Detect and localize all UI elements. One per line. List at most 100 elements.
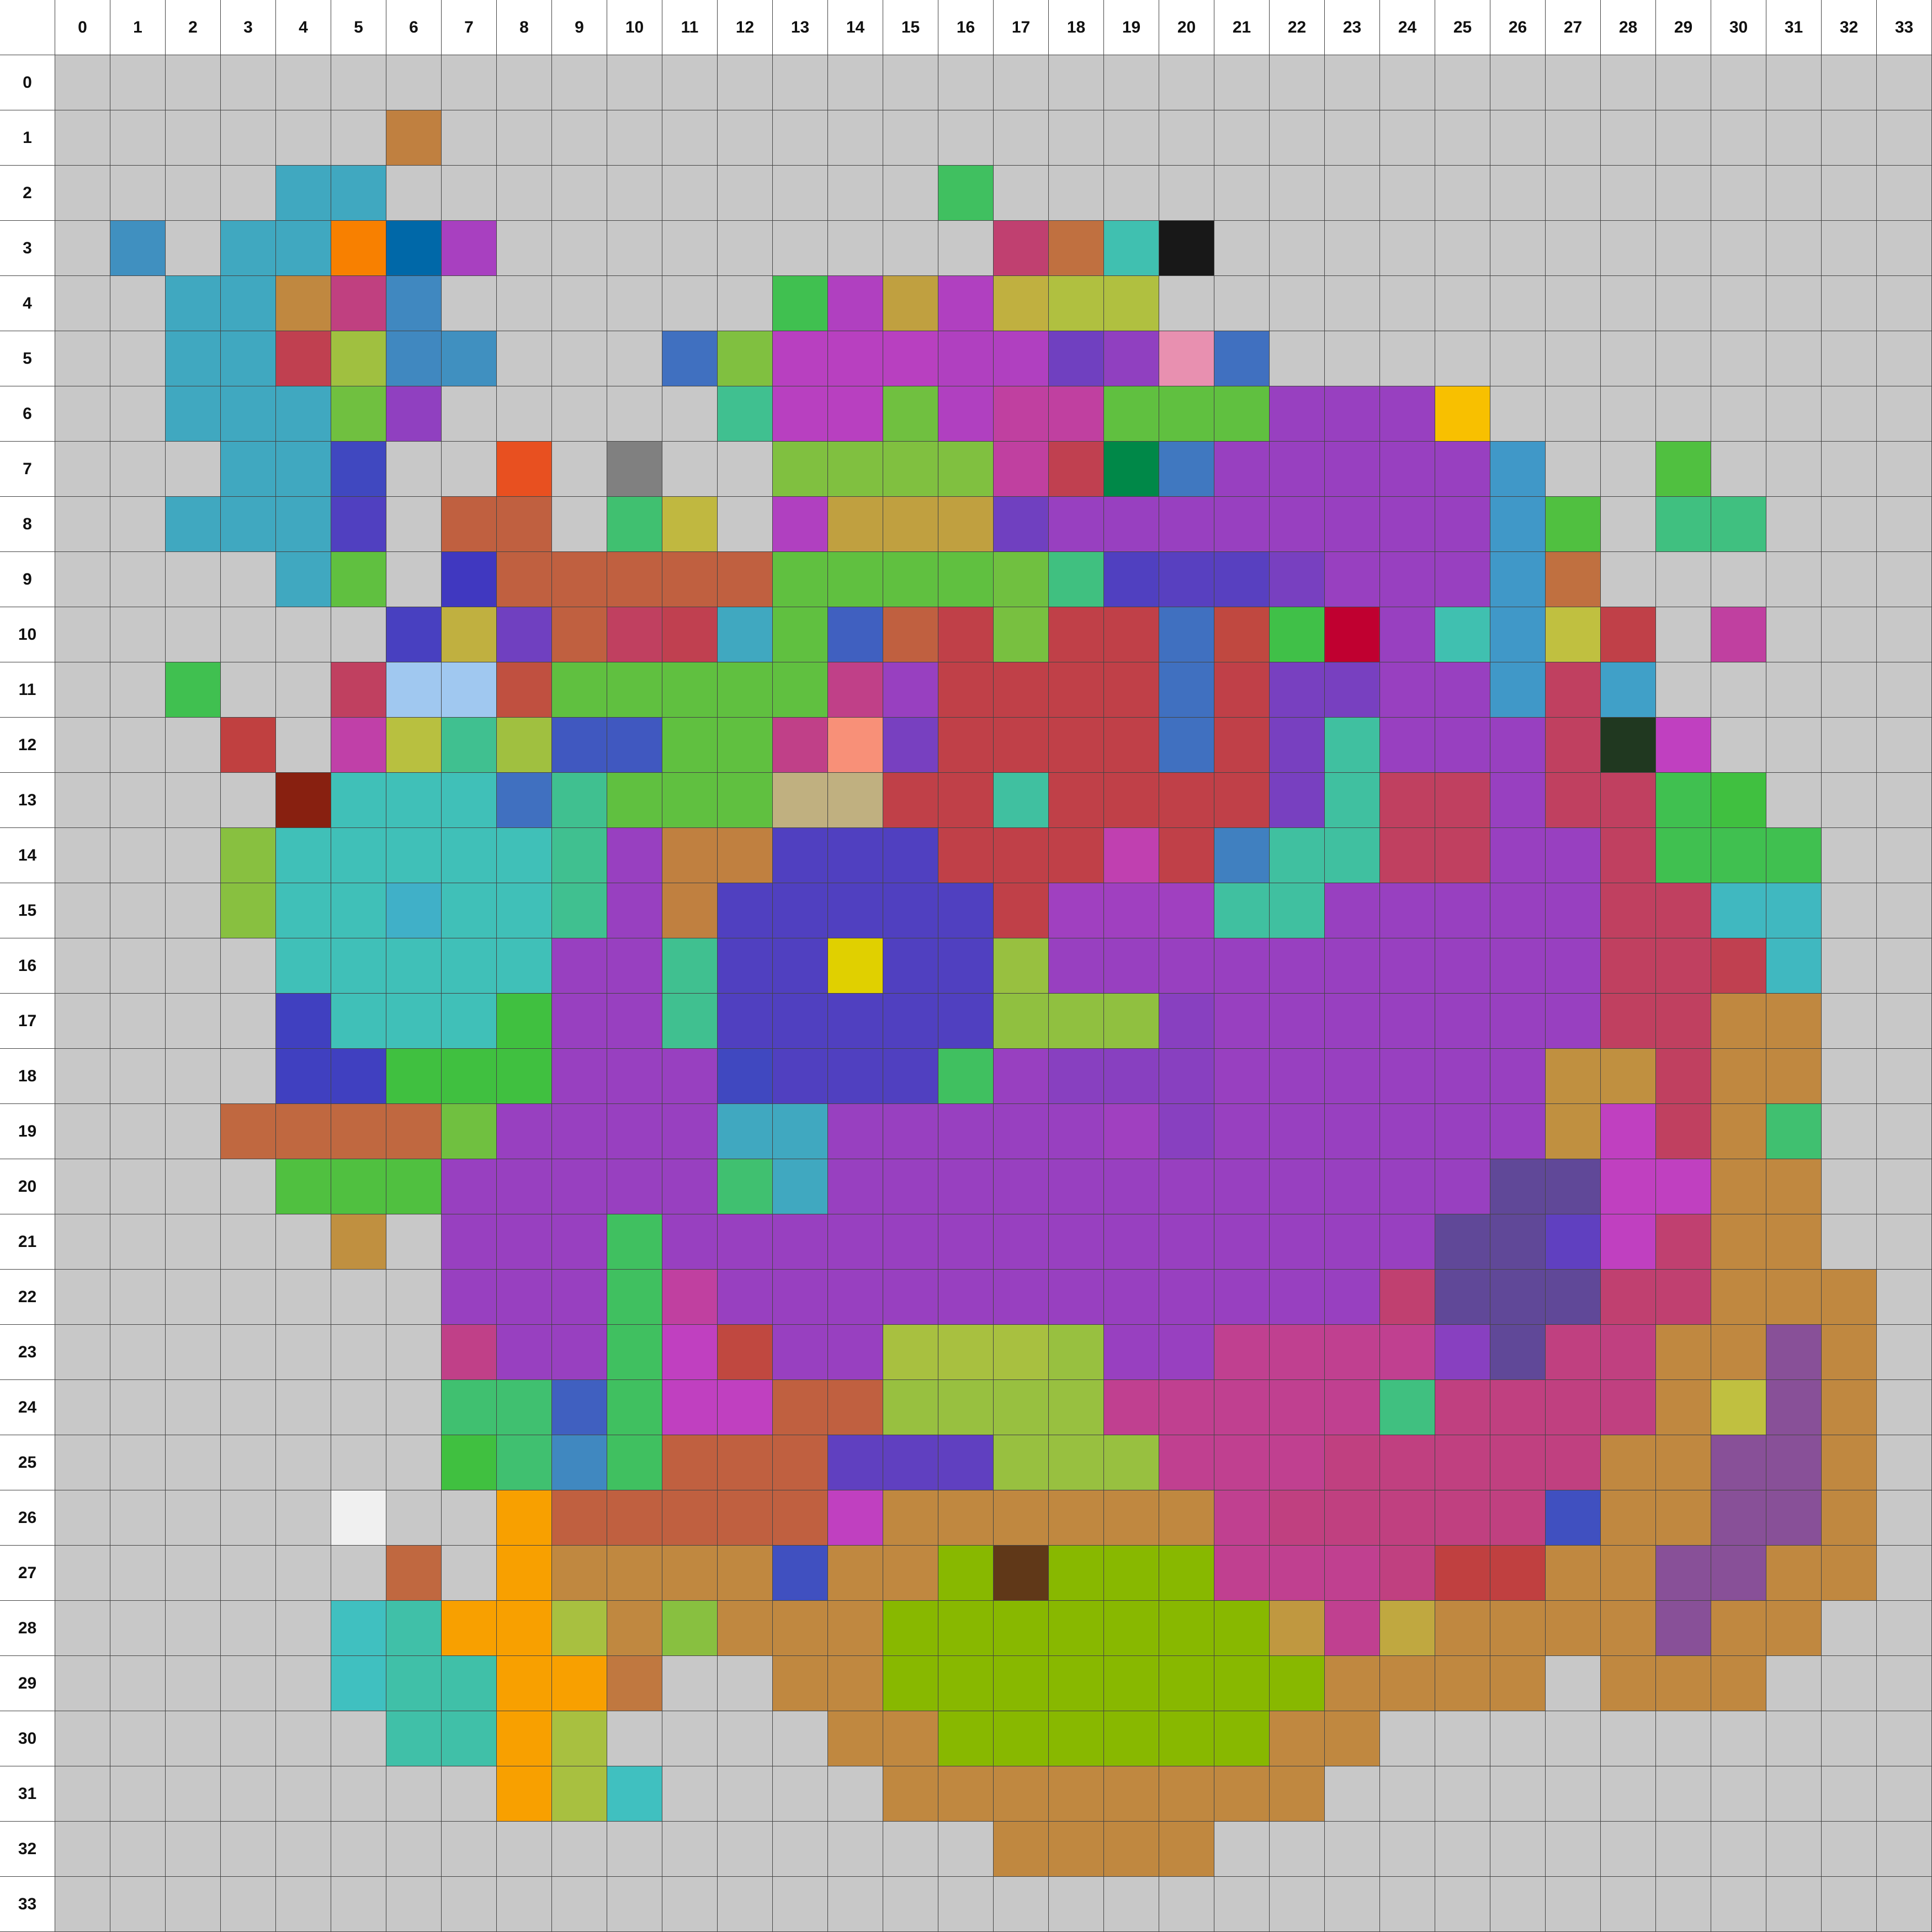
grid-cell[interactable] (828, 1656, 883, 1711)
grid-cell[interactable] (1822, 718, 1877, 773)
grid-cell[interactable] (1601, 55, 1656, 110)
grid-cell[interactable] (994, 1214, 1049, 1270)
grid-cell[interactable] (1601, 1325, 1656, 1380)
grid-cell[interactable] (1214, 442, 1270, 497)
grid-cell[interactable] (1546, 1159, 1601, 1214)
grid-cell[interactable] (1546, 1435, 1601, 1490)
grid-cell[interactable] (994, 828, 1049, 883)
grid-cell[interactable] (110, 55, 166, 110)
grid-cell[interactable] (1435, 1490, 1490, 1546)
grid-cell[interactable] (1380, 1877, 1435, 1932)
grid-cell[interactable] (718, 166, 773, 221)
grid-cell[interactable] (1214, 221, 1270, 276)
grid-cell[interactable] (1656, 552, 1711, 607)
grid-cell[interactable] (55, 1380, 110, 1435)
grid-cell[interactable] (607, 166, 662, 221)
grid-cell[interactable] (607, 1435, 662, 1490)
grid-cell[interactable] (938, 276, 994, 331)
grid-cell[interactable] (442, 386, 497, 442)
grid-cell[interactable] (1435, 497, 1490, 552)
grid-cell[interactable] (662, 1214, 718, 1270)
grid-cell[interactable] (1435, 1380, 1490, 1435)
grid-cell[interactable] (773, 110, 828, 166)
grid-cell[interactable] (994, 497, 1049, 552)
grid-cell[interactable] (552, 276, 607, 331)
grid-cell[interactable] (221, 1822, 276, 1877)
grid-cell[interactable] (773, 1822, 828, 1877)
grid-cell[interactable] (718, 1656, 773, 1711)
grid-cell[interactable] (497, 662, 552, 718)
grid-cell[interactable] (221, 55, 276, 110)
grid-cell[interactable] (1490, 662, 1546, 718)
grid-cell[interactable] (773, 1380, 828, 1435)
grid-cell[interactable] (883, 552, 938, 607)
grid-cell[interactable] (1270, 1435, 1325, 1490)
grid-cell[interactable] (386, 110, 442, 166)
grid-cell[interactable] (331, 1270, 386, 1325)
grid-cell[interactable] (1822, 276, 1877, 331)
grid-cell[interactable] (276, 1104, 331, 1159)
grid-cell[interactable] (1214, 883, 1270, 938)
grid-cell[interactable] (773, 1049, 828, 1104)
grid-cell[interactable] (1325, 773, 1380, 828)
grid-cell[interactable] (1766, 1546, 1822, 1601)
grid-cell[interactable] (1214, 1490, 1270, 1546)
grid-cell[interactable] (1822, 552, 1877, 607)
grid-cell[interactable] (607, 55, 662, 110)
grid-cell[interactable] (1214, 1435, 1270, 1490)
grid-cell[interactable] (1214, 1214, 1270, 1270)
grid-cell[interactable] (110, 773, 166, 828)
grid-cell[interactable] (1270, 828, 1325, 883)
grid-cell[interactable] (1490, 1380, 1546, 1435)
grid-cell[interactable] (1546, 55, 1601, 110)
grid-cell[interactable] (1214, 1049, 1270, 1104)
grid-cell[interactable] (1601, 1877, 1656, 1932)
grid-cell[interactable] (386, 1877, 442, 1932)
grid-cell[interactable] (1159, 718, 1214, 773)
grid-cell[interactable] (1159, 1822, 1214, 1877)
grid-cell[interactable] (1380, 1325, 1435, 1380)
grid-cell[interactable] (718, 331, 773, 386)
grid-cell[interactable] (221, 221, 276, 276)
grid-cell[interactable] (883, 938, 938, 994)
grid-cell[interactable] (276, 1766, 331, 1822)
grid-cell[interactable] (1766, 55, 1822, 110)
grid-cell[interactable] (1380, 110, 1435, 166)
grid-cell[interactable] (497, 386, 552, 442)
grid-cell[interactable] (1711, 662, 1766, 718)
grid-cell[interactable] (938, 1711, 994, 1766)
grid-cell[interactable] (442, 110, 497, 166)
grid-cell[interactable] (1822, 828, 1877, 883)
grid-cell[interactable] (1546, 1270, 1601, 1325)
grid-cell[interactable] (1325, 1049, 1380, 1104)
grid-cell[interactable] (1159, 1159, 1214, 1214)
grid-cell[interactable] (497, 1214, 552, 1270)
grid-cell[interactable] (552, 552, 607, 607)
grid-cell[interactable] (994, 1822, 1049, 1877)
grid-cell[interactable] (607, 442, 662, 497)
grid-cell[interactable] (386, 442, 442, 497)
grid-cell[interactable] (1656, 1656, 1711, 1711)
grid-cell[interactable] (276, 552, 331, 607)
grid-cell[interactable] (1766, 1601, 1822, 1656)
grid-cell[interactable] (386, 773, 442, 828)
grid-cell[interactable] (1546, 1049, 1601, 1104)
grid-cell[interactable] (883, 386, 938, 442)
grid-cell[interactable] (386, 1159, 442, 1214)
grid-cell[interactable] (166, 718, 221, 773)
grid-cell[interactable] (276, 497, 331, 552)
grid-cell[interactable] (1049, 386, 1104, 442)
grid-cell[interactable] (1601, 110, 1656, 166)
grid-cell[interactable] (1049, 662, 1104, 718)
grid-cell[interactable] (276, 1380, 331, 1435)
grid-cell[interactable] (552, 166, 607, 221)
grid-cell[interactable] (662, 1104, 718, 1159)
grid-cell[interactable] (718, 386, 773, 442)
grid-cell[interactable] (718, 994, 773, 1049)
grid-cell[interactable] (1325, 221, 1380, 276)
grid-cell[interactable] (1490, 166, 1546, 221)
grid-cell[interactable] (1766, 1490, 1822, 1546)
grid-cell[interactable] (1877, 1270, 1932, 1325)
grid-cell[interactable] (1049, 773, 1104, 828)
grid-cell[interactable] (110, 718, 166, 773)
